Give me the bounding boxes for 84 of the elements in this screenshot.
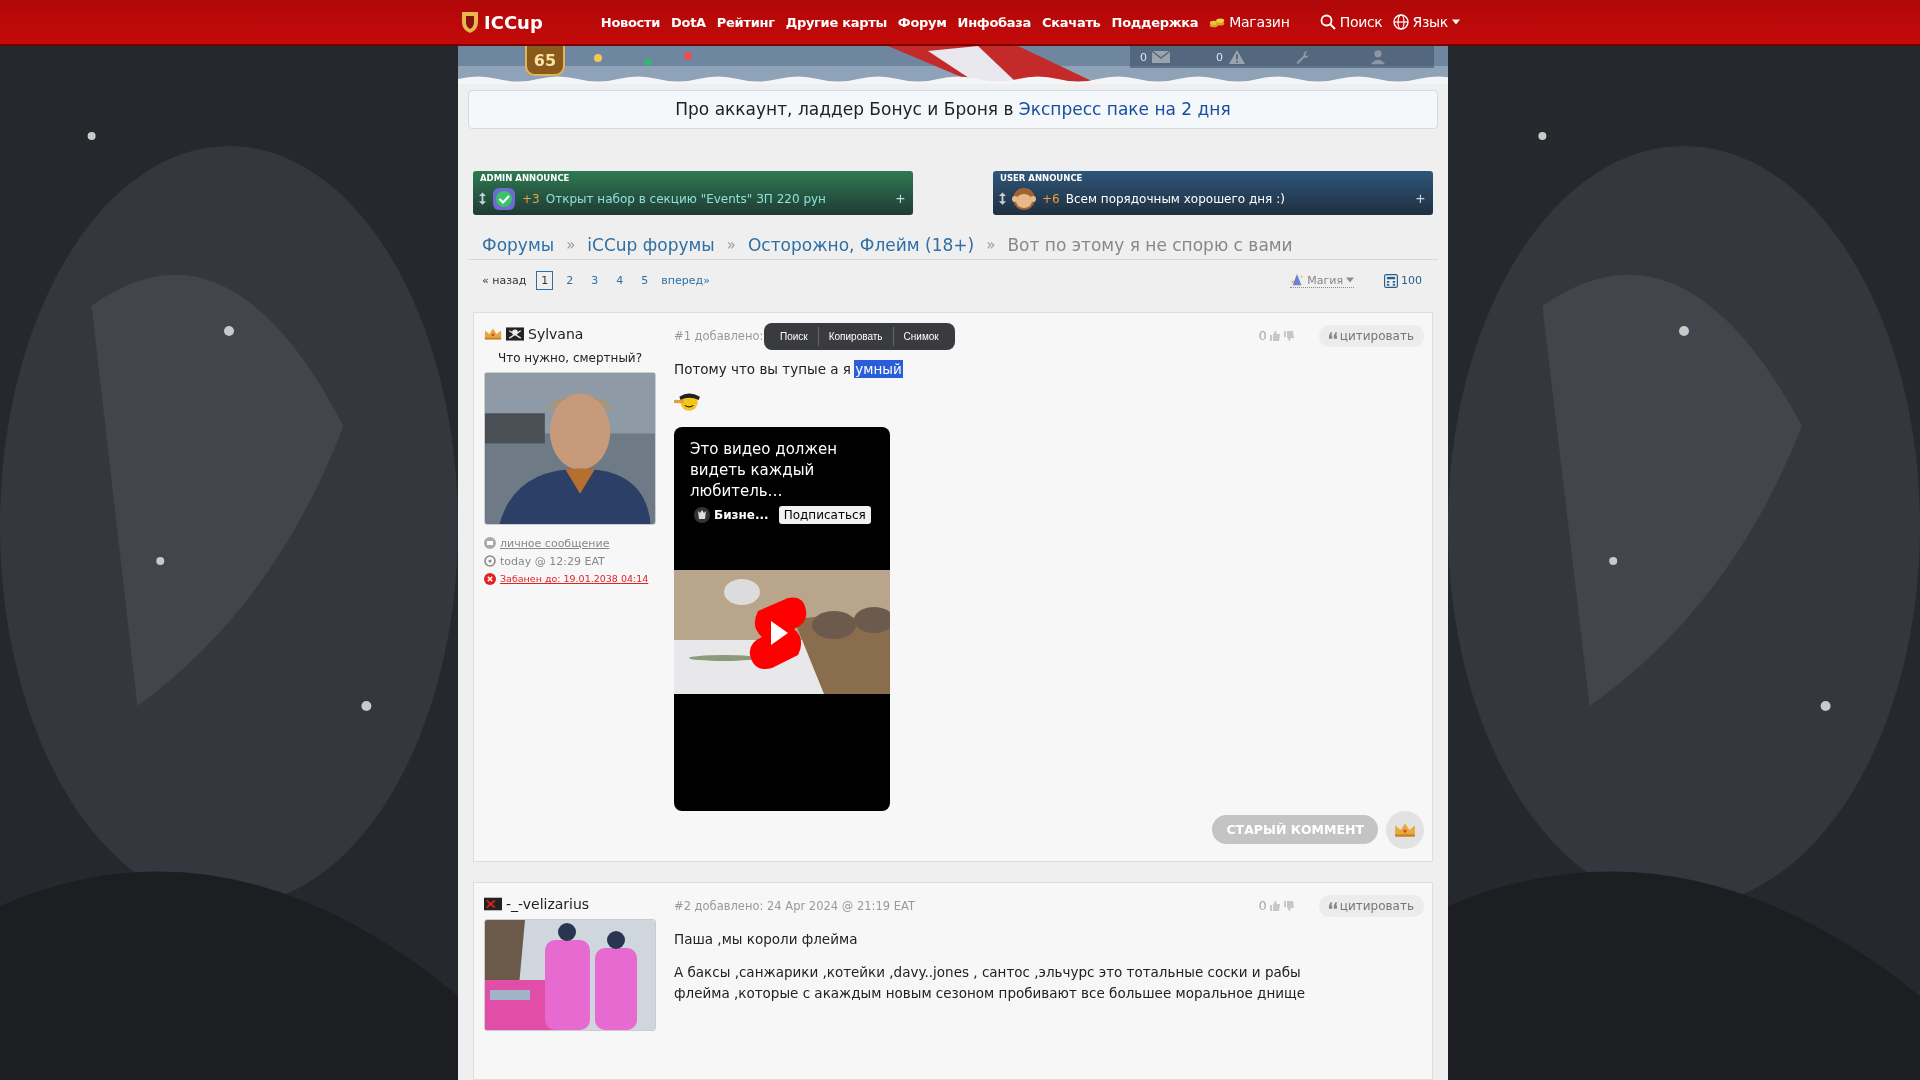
page-link[interactable]: 1 [536,271,554,291]
ban-link[interactable]: Забанен до: 19.01.2038 04:14 [500,573,649,585]
post-text: Паша ,мы короли флейма [674,929,858,949]
search-icon [1319,14,1336,30]
page-link[interactable]: 2 [561,271,579,291]
post-meta: #1 добавлено: [674,328,764,343]
quote-button[interactable]: цитировать [1318,894,1424,917]
rating-count: 0 [1258,328,1267,344]
breadcrumb-separator: » [986,235,996,254]
message-link[interactable]: личное сообщение [500,536,610,550]
quote-icon [1328,332,1337,340]
username-link[interactable]: -_-velizarius [506,895,590,912]
announce-link[interactable]: Всем порядочным хорошего дня :) [1065,191,1285,206]
post-text: А баксы ,санжарики ,котейки ,davy..jones , сантос ,эльчурс это тотальные соски и рабы флейма ,которые с акаждым новым сезоном пробивают все большее моральное днище [674,962,1306,1003]
breadcrumb-current: Вот по этому я не спорю с вами [1007,234,1293,255]
post-time: today @ 12:29 EAT [500,554,605,568]
announce-title: ADMIN ANNOUNCE [479,171,571,185]
prev-page-link[interactable]: « назад [482,274,527,288]
breadcrumb-separator: » [726,235,736,254]
calculator-icon [1384,273,1398,288]
breadcrumb-link[interactable]: Форумы [482,234,555,255]
promo-text: Про аккаунт, ладдер Бонус и Броня в Экспресс паке на 2 дня [675,99,1231,120]
logo-link[interactable]: ICCup [460,9,543,35]
post-meta: #2 добавлено: 24 Apr 2024 @ 21:19 EAT [674,898,915,913]
score-label: +3 [522,191,540,206]
page-link[interactable]: 5 [636,271,654,291]
channel-name[interactable]: Бизне... [714,507,769,522]
nav-link[interactable]: Новости [600,14,661,30]
shield-logo-icon [460,9,480,35]
envelope-icon [484,537,496,550]
nav-link[interactable]: DotA [671,14,706,30]
thumbs-up-icon[interactable] [1268,899,1281,912]
thumbs-down-icon[interactable] [1282,899,1295,912]
thumbs-down-icon[interactable] [1282,329,1295,342]
subscribe-button[interactable]: Подписаться [778,505,871,524]
expand-button[interactable]: + [1413,189,1427,208]
post-text: Потому что вы тупые а я умный [674,359,902,379]
posts-per-page-link[interactable]: 100 [1384,273,1422,288]
nav-link[interactable]: Форум [897,14,947,30]
caret-icon [1452,19,1460,25]
breadcrumb-separator: » [566,235,576,254]
drag-arrows-icon[interactable] [479,192,486,206]
pirate-flag-icon [506,326,524,341]
thumbs-up-icon[interactable] [1268,329,1281,342]
flag-icon [484,896,502,911]
caret-icon [1346,277,1354,284]
nav-link[interactable]: Магазин [1209,14,1290,30]
clock-icon [484,555,496,568]
context-menu-item[interactable]: Поиск [770,326,819,346]
video-embed[interactable]: Это видео должен видеть каждый любитель… Бизне... Подписаться [674,426,890,811]
rating-count: 0 [1258,898,1267,914]
nav-link[interactable]: Инфобаза [957,14,1032,30]
context-menu-item[interactable]: Копировать [818,326,894,346]
crown-icon [1394,821,1416,838]
announce-title: USER ANNOUNCE [999,171,1084,185]
page-link[interactable]: 3 [586,271,604,291]
error-icon [484,572,496,585]
expand-button[interactable]: + [893,189,907,208]
nav-link[interactable]: Другие карты [785,14,887,30]
user-status: Что нужно, смертный? [496,350,644,365]
announce-link[interactable]: Открыт набор в секцию "Events" ЗП 220 рун [545,191,826,206]
score-label: +6 [1042,191,1060,206]
context-menu-item[interactable]: Снимок [893,326,949,346]
wizard-hat-icon [1290,273,1305,288]
promo-link[interactable]: Экспресс паке на 2 дня [1018,99,1231,120]
drag-arrows-icon[interactable] [999,192,1006,206]
video-title: Это видео должен видеть каждый любитель… [689,438,838,502]
nav-link[interactable]: Рейтинг [716,14,775,30]
breadcrumb-link[interactable]: iCCup форумы [587,234,715,255]
nav-link[interactable]: Скачать [1042,14,1101,30]
username-link[interactable]: Sylvana [528,325,584,342]
quote-icon [1328,902,1337,910]
nav-link[interactable]: Поддержка [1111,14,1199,30]
quote-button[interactable]: цитировать [1318,324,1424,347]
page-link[interactable]: 4 [611,271,629,291]
breadcrumb-link[interactable]: Осторожно, Флейм (18+) [748,234,975,255]
next-page-link[interactable]: вперед» [661,274,710,288]
monkey-icon [1012,186,1036,211]
search-link[interactable]: Поиск [1319,14,1383,30]
channel-avatar-icon[interactable] [694,506,710,523]
check-badge-icon [492,186,516,211]
language-menu[interactable]: Язык [1392,14,1460,30]
globe-icon [1392,14,1409,30]
crown-icon [484,326,502,341]
